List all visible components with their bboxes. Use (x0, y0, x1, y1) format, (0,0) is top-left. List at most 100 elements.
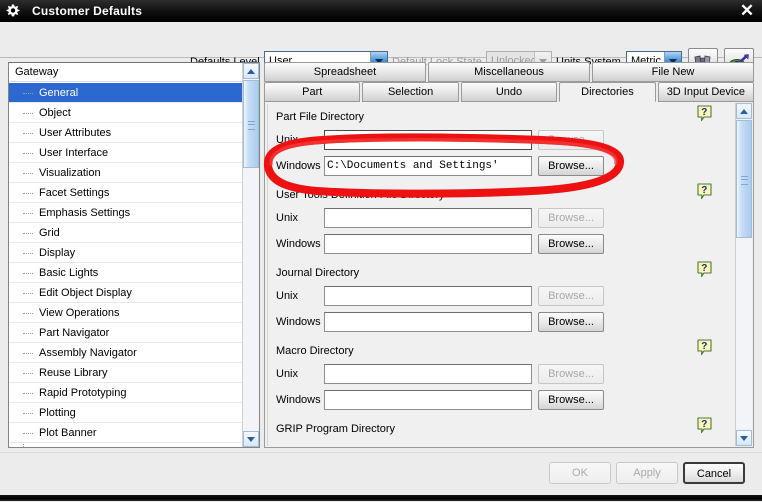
sidebar-item-label: Visualization (39, 167, 101, 179)
sidebar-item-label: User Interface (39, 147, 109, 159)
directory-input-unix[interactable] (324, 364, 532, 384)
sidebar-item-label: Assembly Navigator (39, 347, 137, 359)
svg-text:?: ? (701, 107, 707, 118)
form-vertical-scrollbar[interactable] (735, 103, 752, 446)
group-title: Macro Directory (276, 345, 354, 357)
tab-spreadsheet[interactable]: Spreadsheet (264, 62, 426, 82)
directory-input-windows[interactable] (324, 312, 532, 332)
tab-row-upper: Spreadsheet Miscellaneous File New (264, 62, 754, 82)
tree-root-label: Gateway (9, 63, 259, 82)
scroll-down-icon[interactable] (243, 431, 259, 447)
help-question-icon[interactable]: ? (697, 417, 714, 434)
browse-button: Browse... (538, 130, 604, 150)
sidebar-item-reuse-library[interactable]: Reuse Library (9, 363, 242, 383)
sidebar-item-basic-lights[interactable]: Basic Lights (9, 263, 242, 283)
title-bar: Customer Defaults ✕ (0, 0, 762, 22)
window-bottom-bevel (0, 495, 762, 501)
help-question-icon[interactable]: ? (697, 105, 714, 122)
help-question-icon[interactable]: ? (697, 339, 714, 356)
browse-button: Browse... (538, 364, 604, 384)
scroll-down-icon[interactable] (736, 430, 752, 446)
cancel-button[interactable]: Cancel (683, 462, 745, 484)
sidebar-item-emphasis-settings[interactable]: Emphasis Settings (9, 203, 242, 223)
sidebar-item-assembly-navigator[interactable]: Assembly Navigator (9, 343, 242, 363)
directory-input-windows[interactable] (324, 234, 532, 254)
field-label-windows: Windows (276, 238, 321, 250)
browse-button[interactable]: Browse... (538, 234, 604, 254)
directory-input-unix[interactable] (324, 286, 532, 306)
help-question-icon[interactable]: ? (697, 183, 714, 200)
help-question-icon[interactable]: ? (697, 261, 714, 278)
sidebar-item-view-operations[interactable]: View Operations (9, 303, 242, 323)
directories-form: Part File Directory Unix Browse... Windows C… (267, 104, 691, 446)
tab-part[interactable]: Part (264, 82, 361, 102)
group-title: GRIP Program Directory (276, 423, 395, 435)
field-label-unix: Unix (276, 134, 299, 146)
gear-icon (2, 0, 24, 22)
settings-panel: Spreadsheet Miscellaneous File New Part Sel… (264, 62, 755, 448)
sidebar-item-label: Rapid Prototyping (39, 387, 127, 399)
sidebar-item-part-navigator[interactable]: Part Navigator (9, 323, 242, 343)
group-title: Journal Directory (276, 267, 360, 279)
sidebar-item-label: Reuse Library (39, 367, 108, 379)
sidebar-item-rapid-prototyping[interactable]: Rapid Prototyping (9, 383, 242, 403)
directory-input-windows[interactable] (324, 390, 532, 410)
directory-input-windows[interactable]: C:\Documents and Settings' (324, 156, 532, 176)
svg-text:?: ? (701, 419, 707, 430)
group-title: Part File Directory (276, 111, 365, 123)
category-tree-list[interactable]: General Object User Attributes User Interfa… (9, 83, 242, 447)
browse-button[interactable]: Browse... (538, 156, 604, 176)
sidebar-item-user-interface[interactable]: User Interface (9, 143, 242, 163)
tab-selection[interactable]: Selection (362, 82, 459, 102)
sidebar-item-user-attributes[interactable]: User Attributes (9, 123, 242, 143)
directory-input-unix[interactable] (324, 208, 532, 228)
scroll-thumb[interactable] (243, 80, 259, 168)
sidebar-item-grid[interactable]: Grid (9, 223, 242, 243)
field-label-unix: Unix (276, 368, 299, 380)
tree-vertical-scrollbar[interactable] (242, 63, 259, 447)
category-tree-panel: Gateway General Object User Attributes User… (8, 62, 260, 448)
sidebar-item-label: Emphasis Settings (39, 207, 131, 219)
sidebar-item-plot-banner[interactable]: Plot Banner (9, 423, 242, 443)
scroll-thumb[interactable] (736, 120, 752, 238)
sidebar-item-edit-object-display[interactable]: Edit Object Display (9, 283, 242, 303)
apply-button: Apply (616, 462, 678, 484)
sidebar-item-plotting[interactable]: Plotting (9, 403, 242, 423)
browse-button[interactable]: Browse... (538, 312, 604, 332)
tab-3d-input-device[interactable]: 3D Input Device (657, 82, 755, 102)
scroll-up-icon[interactable] (243, 63, 259, 79)
directory-input-unix[interactable] (324, 130, 532, 150)
toolbar: Defaults Level User Default Lock State U… (0, 22, 762, 76)
sidebar-item-visualization[interactable]: Visualization (9, 163, 242, 183)
ok-button: OK (549, 462, 611, 484)
svg-text:?: ? (701, 263, 707, 274)
sidebar-item-label: Display (39, 247, 76, 259)
sidebar-item-label: Plotting (39, 407, 76, 419)
field-label-windows: Windows (276, 394, 321, 406)
field-label-windows: Windows (276, 160, 321, 172)
field-label-unix: Unix (276, 212, 299, 224)
sidebar-item-label: Edit Object Display (39, 287, 132, 299)
group-title: User Tools Definition File Directory (276, 189, 445, 201)
tab-directories[interactable]: Directories (559, 82, 656, 102)
tab-file-new[interactable]: File New (592, 62, 754, 82)
sidebar-item-display[interactable]: Display (9, 243, 242, 263)
window-title: Customer Defaults (32, 4, 143, 18)
sidebar-item-object[interactable]: Object (9, 103, 242, 123)
sidebar-item-label: Facet Settings (39, 187, 110, 199)
svg-text:?: ? (701, 341, 707, 352)
sidebar-item-label: Plot Banner (39, 427, 97, 439)
close-icon[interactable]: ✕ (738, 2, 756, 20)
sidebar-item-facet-settings[interactable]: Facet Settings (9, 183, 242, 203)
sidebar-item-label: Grid (39, 227, 60, 239)
browse-button: Browse... (538, 208, 604, 228)
tab-miscellaneous[interactable]: Miscellaneous (428, 62, 590, 82)
sidebar-item-general[interactable]: General (9, 83, 242, 103)
sidebar-item-label: Basic Lights (39, 267, 99, 279)
sidebar-item-label: General (39, 87, 79, 99)
scroll-up-icon[interactable] (736, 103, 752, 119)
tab-undo[interactable]: Undo (460, 82, 558, 102)
sidebar-item-label: Part Navigator (39, 327, 110, 339)
browse-button[interactable]: Browse... (538, 390, 604, 410)
sidebar-item-label: Object (39, 107, 71, 119)
